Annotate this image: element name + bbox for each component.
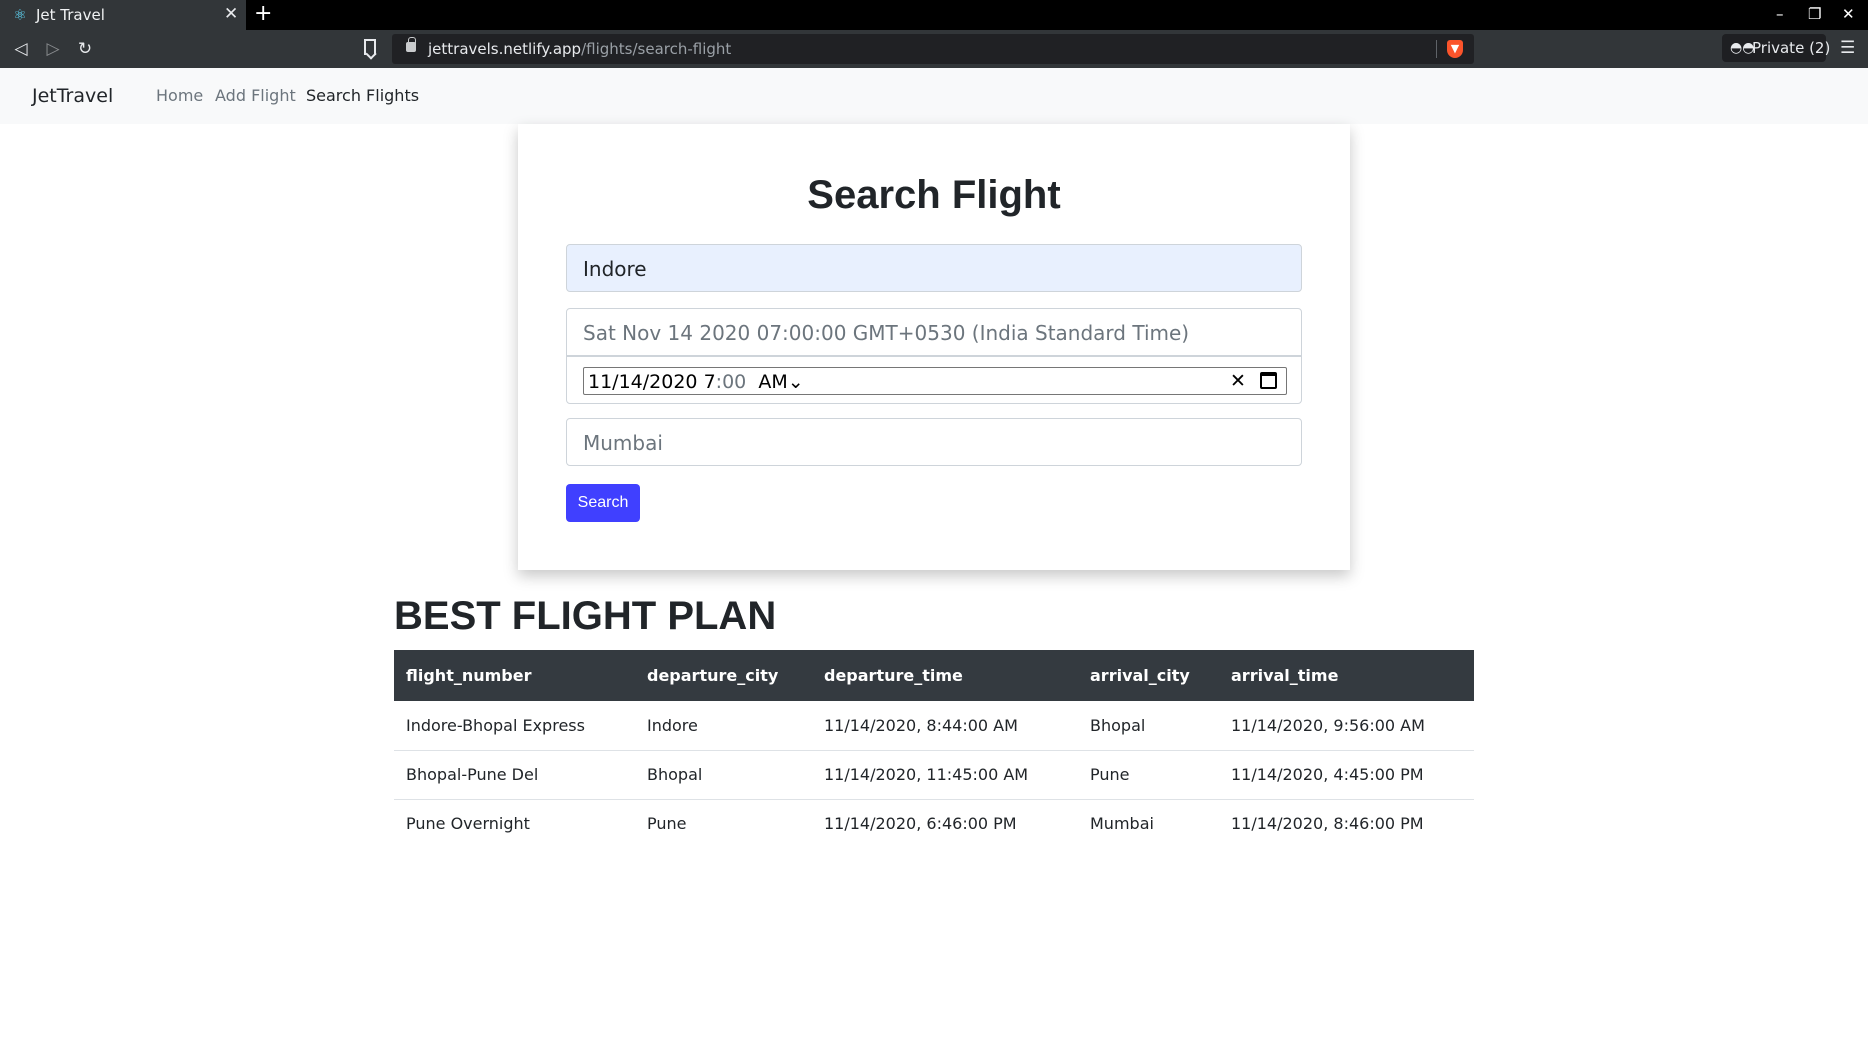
datetime-input[interactable]: 11/14/2020 7:00 AM⌄ ✕ bbox=[583, 367, 1287, 395]
datetime-date[interactable]: 11/14/2020 bbox=[588, 371, 698, 393]
bookmark-icon[interactable] bbox=[364, 39, 376, 55]
cell-departure-city: Bhopal bbox=[635, 750, 812, 800]
cell-departure-city: Indore bbox=[635, 701, 812, 751]
nav-link-add-flight[interactable]: Add Flight bbox=[215, 86, 296, 106]
cell-departure-time: 11/14/2020, 11:45:00 AM bbox=[812, 750, 1078, 800]
cell-flight-number: Bhopal-Pune Del bbox=[394, 750, 635, 800]
private-glasses-icon: ◓◓ bbox=[1730, 40, 1755, 56]
cell-departure-time: 11/14/2020, 6:46:00 PM bbox=[824, 814, 1017, 834]
card-title: Search Flight bbox=[807, 173, 1061, 217]
column-header-departure-time: departure_time bbox=[812, 650, 1078, 701]
url-host: jettravels.netlify.app bbox=[428, 40, 582, 58]
nav-link-home[interactable]: Home bbox=[156, 86, 203, 106]
datetime-picker-container: 11/14/2020 7:00 AM⌄ ✕ bbox=[566, 356, 1302, 404]
column-header-arrival-city: arrival_city bbox=[1078, 650, 1219, 701]
address-bar[interactable]: jettravels.netlify.app/flights/search-fl… bbox=[392, 34, 1474, 64]
minimize-window-icon[interactable]: – bbox=[1776, 4, 1784, 24]
tab-title: Jet Travel bbox=[36, 6, 105, 24]
cell-arrival-city: Pune bbox=[1078, 750, 1219, 800]
navbar-brand[interactable]: JetTravel bbox=[32, 83, 113, 109]
cell-arrival-time: 11/14/2020, 4:45:00 PM bbox=[1219, 750, 1474, 800]
cell-arrival-time: 11/14/2020, 8:46:00 PM bbox=[1231, 814, 1424, 834]
lock-icon bbox=[406, 37, 416, 52]
forward-arrow-icon[interactable]: ▷ bbox=[42, 38, 64, 60]
best-flight-plan-title: BEST FLIGHT PLAN bbox=[394, 594, 777, 638]
private-window-badge[interactable]: ◓◓ Private (2) bbox=[1722, 34, 1830, 62]
cell-departure-time: 11/14/2020, 8:44:00 AM bbox=[812, 701, 1078, 751]
clear-datetime-icon[interactable]: ✕ bbox=[1230, 370, 1246, 392]
departure-date-display-field[interactable]: Sat Nov 14 2020 07:00:00 GMT+0530 (India… bbox=[566, 308, 1302, 356]
table-row: Pune Overnight Pune 11/14/2020, 6:46:00 … bbox=[394, 799, 1474, 848]
search-flight-card: Search Flight Indore Sat Nov 14 2020 07:… bbox=[518, 124, 1350, 570]
url-path: /flights/search-flight bbox=[581, 40, 732, 58]
calendar-icon[interactable] bbox=[1260, 372, 1277, 389]
cell-flight-number: Indore-Bhopal Express bbox=[394, 701, 635, 751]
datetime-minute[interactable]: 00 bbox=[722, 371, 746, 393]
cell-arrival-city: Mumbai bbox=[1090, 814, 1154, 834]
address-bar-divider bbox=[1436, 40, 1437, 58]
from-city-value: Indore bbox=[583, 257, 647, 281]
url-text[interactable]: jettravels.netlify.app/flights/search-fl… bbox=[428, 40, 731, 58]
from-city-input[interactable]: Indore bbox=[566, 244, 1302, 292]
browser-tab-strip: ⚛ Jet Travel ✕ + – ❐ ✕ bbox=[0, 0, 1868, 30]
datetime-hour[interactable]: 7 bbox=[704, 371, 716, 393]
react-logo-icon: ⚛ bbox=[13, 6, 27, 24]
datetime-value[interactable]: 11/14/2020 7:00 AM⌄ bbox=[588, 371, 804, 393]
app-navbar: JetTravel Home Add Flight Search Flights bbox=[0, 68, 1868, 124]
column-header-departure-city: departure_city bbox=[635, 650, 812, 701]
cell-arrival-city: Bhopal bbox=[1078, 701, 1219, 751]
restore-window-icon[interactable]: ❐ bbox=[1808, 4, 1821, 24]
browser-tab[interactable]: ⚛ Jet Travel ✕ bbox=[0, 0, 246, 30]
hamburger-menu-icon[interactable]: ☰ bbox=[1840, 38, 1855, 58]
nav-link-search-flights[interactable]: Search Flights bbox=[306, 86, 419, 106]
browser-toolbar: ◁ ▷ ↻ jettravels.netlify.app/flights/sea… bbox=[0, 30, 1868, 68]
brave-shield-icon[interactable]: ▼ bbox=[1447, 40, 1463, 58]
table-row: Bhopal-Pune Del Bhopal 11/14/2020, 11:45… bbox=[394, 750, 1474, 800]
cell-departure-city: Pune bbox=[647, 814, 687, 834]
cell-flight-number: Pune Overnight bbox=[406, 814, 530, 834]
close-window-icon[interactable]: ✕ bbox=[1842, 4, 1855, 24]
back-arrow-icon[interactable]: ◁ bbox=[10, 38, 32, 60]
to-city-input[interactable]: Mumbai bbox=[566, 418, 1302, 466]
datetime-ampm[interactable]: AM bbox=[758, 371, 787, 393]
column-header-flight-number: flight_number bbox=[394, 650, 635, 701]
table-header-row: flight_number departure_city departure_t… bbox=[394, 650, 1474, 701]
chevron-down-icon[interactable]: ⌄ bbox=[788, 371, 804, 393]
new-tab-plus-icon[interactable]: + bbox=[254, 2, 272, 26]
column-header-arrival-time: arrival_time bbox=[1219, 650, 1474, 701]
cell-arrival-time: 11/14/2020, 9:56:00 AM bbox=[1219, 701, 1474, 751]
flight-plan-table: flight_number departure_city departure_t… bbox=[394, 650, 1474, 848]
reload-icon[interactable]: ↻ bbox=[74, 38, 96, 60]
table-row: Indore-Bhopal Express Indore 11/14/2020,… bbox=[394, 701, 1474, 751]
departure-date-display: Sat Nov 14 2020 07:00:00 GMT+0530 (India… bbox=[583, 321, 1190, 345]
to-city-value: Mumbai bbox=[583, 431, 663, 455]
search-button[interactable]: Search bbox=[566, 484, 640, 522]
private-label: Private (2) bbox=[1752, 39, 1831, 57]
close-tab-icon[interactable]: ✕ bbox=[224, 5, 238, 23]
